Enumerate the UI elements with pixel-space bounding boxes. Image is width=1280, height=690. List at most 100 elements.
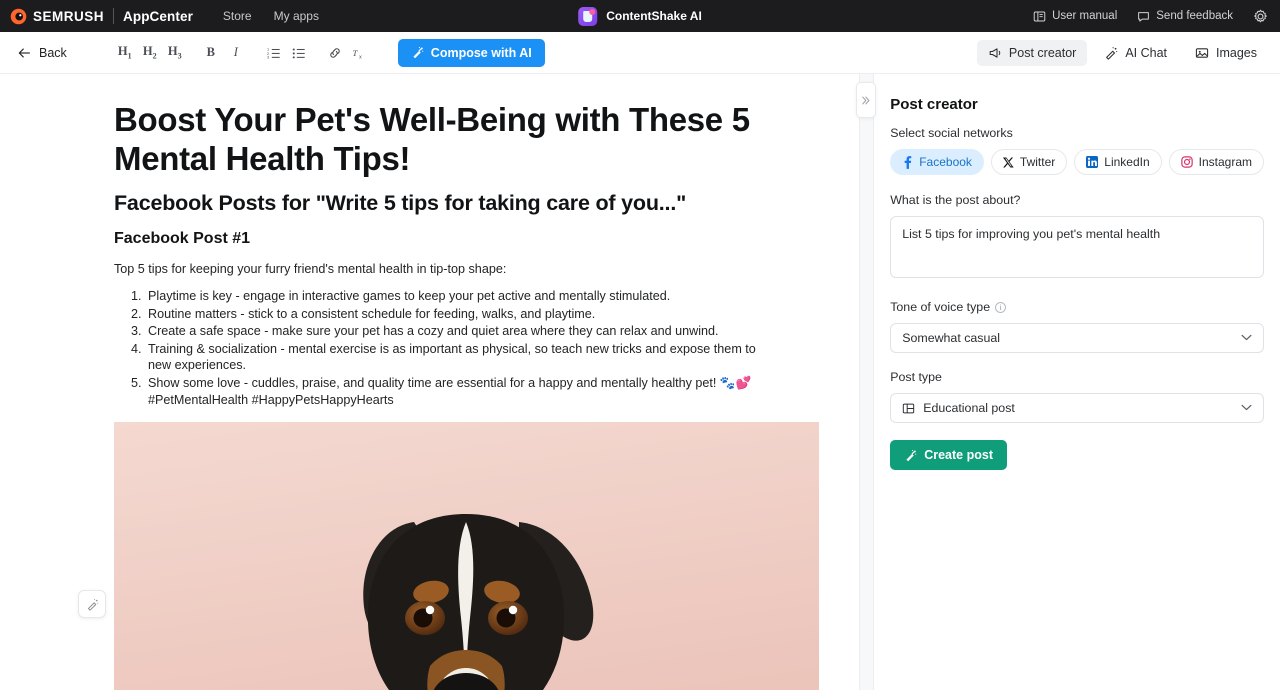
semrush-logo[interactable]: SEMRUSH (10, 8, 104, 25)
social-network-chips: Facebook Twitter LinkedIn Instagram (890, 149, 1264, 175)
document-subtitle: Facebook Posts for "Write 5 tips for tak… (114, 191, 687, 215)
linkedin-icon (1086, 156, 1099, 168)
heading-3-label: H (167, 44, 178, 59)
document-editor[interactable]: Boost Your Pet's Well-Being with These 5… (0, 74, 859, 690)
link-button[interactable] (323, 41, 347, 65)
app-identity: ContentShake AI (578, 6, 702, 26)
svg-text:T: T (353, 48, 359, 58)
speech-bubble-icon (1138, 11, 1150, 22)
dog-photo-illustration (114, 422, 819, 690)
post-about-input[interactable] (890, 216, 1264, 278)
about-label-text: What is the post about? (890, 193, 1021, 207)
user-manual-label: User manual (1052, 10, 1118, 22)
semrush-brand-text: SEMRUSH (33, 8, 105, 24)
heading-2-label: H (142, 44, 153, 59)
magic-wand-icon (87, 598, 98, 611)
link-icon (330, 47, 340, 58)
tab-post-creator[interactable]: Post creator (976, 39, 1088, 66)
list-group: 1 2 3 (262, 41, 311, 65)
post-image[interactable] (114, 422, 819, 690)
heading-2-sub: 2 (152, 51, 157, 61)
post-type-value: Educational post (923, 401, 1015, 415)
ordered-list-icon: 1 2 3 (267, 47, 280, 59)
nav-link-my-apps[interactable]: My apps (274, 9, 319, 23)
send-feedback-button[interactable]: Send feedback (1137, 10, 1233, 23)
italic-button[interactable]: I (224, 41, 248, 65)
heading-3-sub: 3 (177, 51, 182, 61)
chevron-down-icon (1241, 333, 1252, 344)
facebook-icon (902, 155, 913, 169)
user-manual-button[interactable]: User manual (1033, 10, 1117, 23)
chip-instagram[interactable]: Instagram (1168, 149, 1264, 175)
post-creator-panel: Post creator Select social networks Face… (874, 74, 1280, 690)
info-icon[interactable]: i (995, 301, 1007, 313)
heading-1-button[interactable]: H1 (113, 41, 137, 65)
back-button[interactable]: Back (12, 42, 73, 64)
clear-formatting-button[interactable]: T x (348, 41, 372, 65)
svg-text:3: 3 (267, 55, 269, 59)
logo-divider (113, 8, 115, 24)
app-title: ContentShake AI (606, 9, 702, 23)
heading-2-button[interactable]: H2 (138, 41, 162, 65)
chip-twitter-label: Twitter (1019, 155, 1056, 169)
magic-wand-icon (413, 46, 424, 59)
list-item: Create a safe space - make sure your pet… (145, 323, 773, 340)
create-post-label: Create post (924, 448, 993, 462)
heading-button-group: H1 H2 H3 (113, 41, 187, 65)
floating-ai-button[interactable] (78, 590, 106, 618)
back-label: Back (39, 45, 67, 60)
chip-instagram-label: Instagram (1198, 155, 1252, 169)
panel-title: Post creator (890, 96, 978, 113)
magic-wand-icon (906, 449, 917, 461)
chip-linkedin[interactable]: LinkedIn (1074, 149, 1162, 175)
tone-of-voice-select[interactable]: Somewhat casual (890, 323, 1264, 353)
send-feedback-label: Send feedback (1156, 10, 1233, 22)
settings-button[interactable] (1253, 9, 1268, 24)
panel-tabs: Post creator AI Chat Images (976, 39, 1268, 66)
bullet-list-button[interactable] (287, 41, 311, 65)
list-item: Playtime is key - engage in interactive … (145, 288, 773, 305)
document-intro: Top 5 tips for keeping your furry friend… (114, 262, 507, 276)
tab-ai-chat-label: AI Chat (1125, 45, 1167, 60)
tone-label-text: Tone of voice type (890, 300, 991, 314)
magic-wand-icon (1106, 46, 1118, 60)
top-bar-right: User manual Send feedback (1033, 9, 1280, 24)
post-type-select[interactable]: Educational post (890, 393, 1264, 423)
tab-ai-chat[interactable]: AI Chat (1093, 40, 1178, 66)
top-bar: SEMRUSH AppCenter Store My apps ContentS… (0, 0, 1280, 32)
instagram-icon (1180, 156, 1193, 168)
heading-3-button[interactable]: H3 (163, 41, 187, 65)
heading-1-label: H (117, 44, 128, 59)
gear-icon (1254, 9, 1267, 22)
insert-group: T x (323, 41, 372, 65)
document-content: Boost Your Pet's Well-Being with These 5… (0, 100, 859, 690)
compose-with-ai-label: Compose with AI (430, 45, 532, 60)
ordered-list-button[interactable]: 1 2 3 (262, 41, 286, 65)
text-style-group: B I (199, 41, 248, 65)
collapse-panel-button[interactable] (855, 82, 876, 118)
compose-with-ai-button[interactable]: Compose with AI (397, 38, 545, 67)
bold-button[interactable]: B (199, 41, 223, 65)
tab-post-creator-label: Post creator (1008, 45, 1077, 60)
chip-facebook[interactable]: Facebook (890, 149, 984, 175)
networks-label: Select social networks (890, 126, 1264, 140)
tone-label: Tone of voice type i (890, 300, 1264, 314)
tips-list: Playtime is key - engage in interactive … (114, 288, 773, 408)
arrow-left-icon (18, 47, 30, 58)
nav-link-store[interactable]: Store (223, 9, 252, 23)
create-post-button[interactable]: Create post (890, 440, 1007, 470)
tab-images-label: Images (1216, 45, 1257, 60)
book-icon (1033, 11, 1046, 21)
page-title: Boost Your Pet's Well-Being with These 5… (114, 101, 750, 177)
post-type-label-text: Post type (890, 370, 942, 384)
chip-twitter[interactable]: Twitter (990, 149, 1068, 175)
bold-label: B (206, 45, 215, 59)
twitter-x-icon (1002, 157, 1014, 168)
list-item: Show some love - cuddles, praise, and qu… (145, 375, 773, 408)
tone-of-voice-value: Somewhat casual (902, 331, 1001, 345)
tab-images[interactable]: Images (1184, 40, 1268, 66)
appcenter-text[interactable]: AppCenter (123, 9, 193, 24)
heading-1-sub: 1 (127, 51, 132, 61)
semrush-logo-icon (10, 8, 27, 24)
chevron-down-icon (1241, 403, 1252, 414)
